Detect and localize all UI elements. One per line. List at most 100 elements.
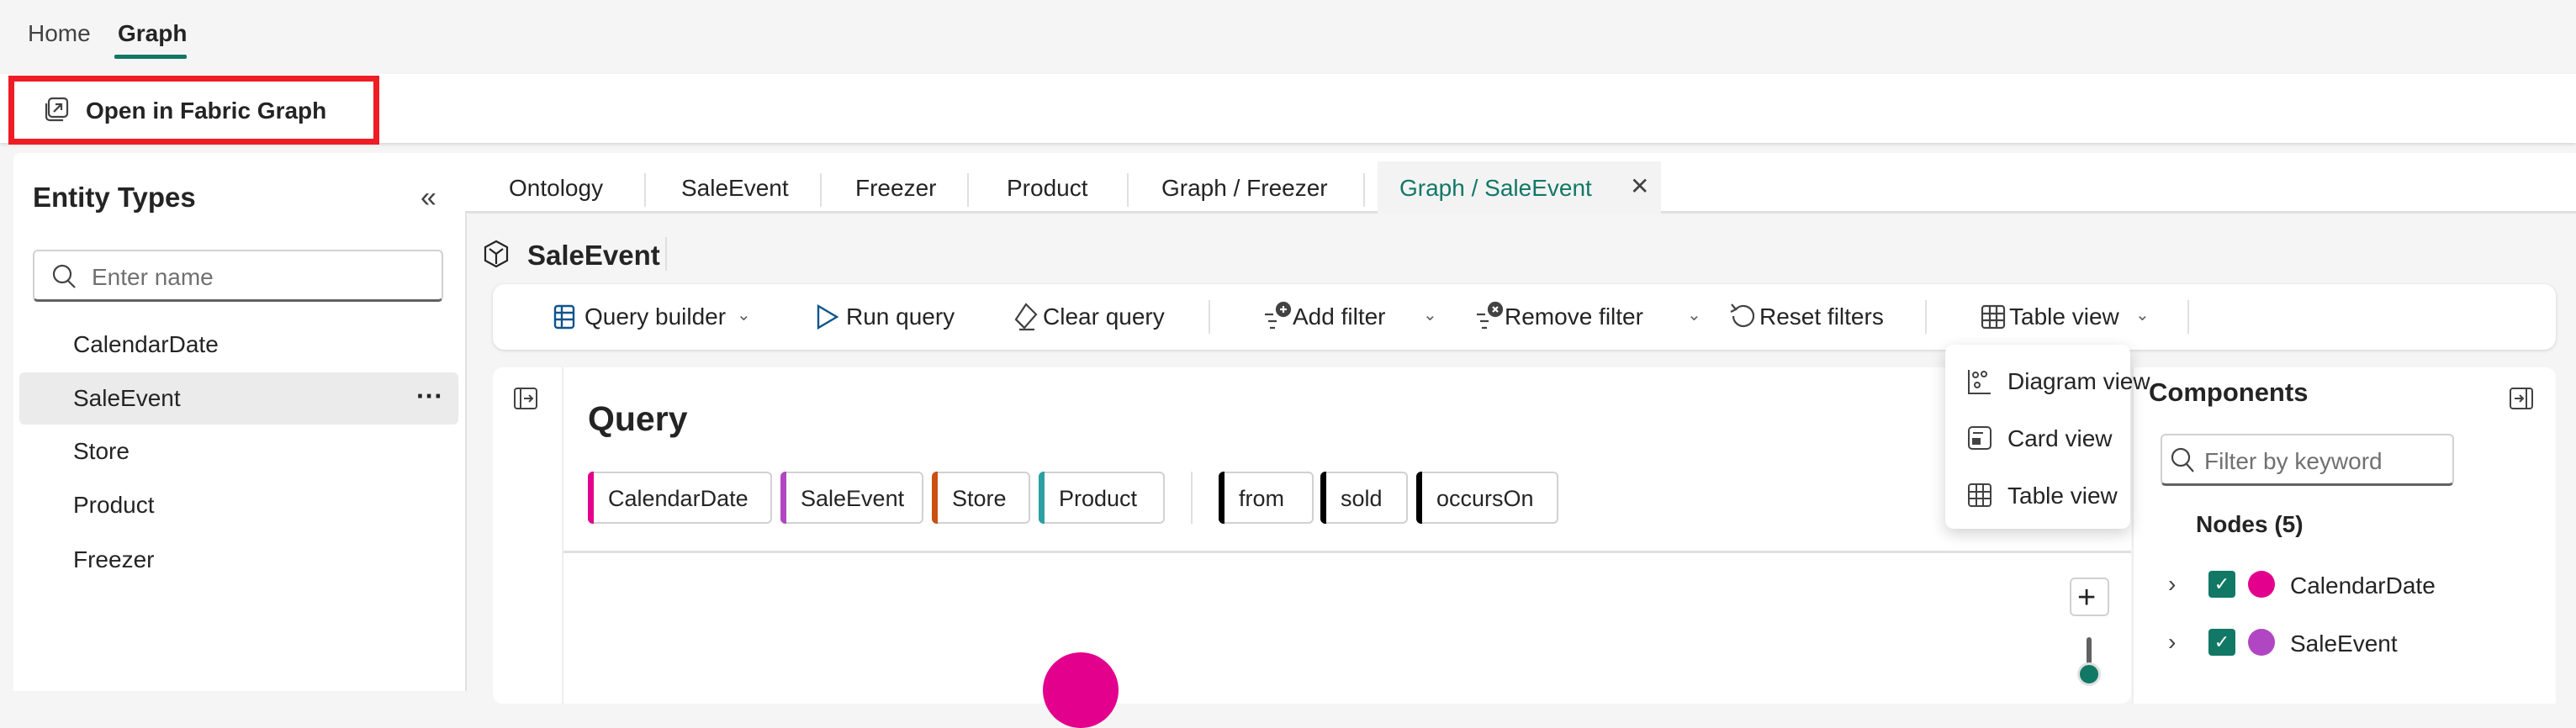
entity-item-saleevent[interactable]: SaleEvent ··· [19, 372, 458, 425]
chevron-down-icon: ⌄ [1423, 306, 1437, 324]
separator [1209, 300, 1210, 334]
open-in-fabric-graph-button[interactable]: Open in Fabric Graph [20, 84, 373, 138]
zoom-in-button[interactable]: + [2070, 578, 2109, 616]
clear-query-button[interactable]: Clear query [1004, 293, 1206, 341]
remove-filter-label: Remove filter [1505, 303, 1643, 330]
table-icon [1967, 483, 1992, 508]
node-color-dot [2248, 629, 2275, 656]
search-icon [51, 263, 78, 290]
chevron-down-icon: ⌄ [2135, 306, 2150, 324]
zoom-slider-thumb[interactable] [2077, 662, 2101, 686]
play-icon [816, 304, 839, 330]
chip-label: sold [1341, 486, 1383, 511]
chip-color-bar [932, 472, 938, 524]
checkbox-checked[interactable]: ✓ [2208, 571, 2235, 598]
entity-item-product[interactable]: Product [19, 479, 458, 531]
chevron-down-icon: ⌄ [1687, 306, 1701, 324]
menu-item-diagram-view[interactable]: Diagram view [1945, 356, 2150, 407]
filter-placeholder: Filter by keyword [2204, 448, 2383, 474]
separator [2187, 300, 2189, 334]
entity-item-freezer[interactable]: Freezer [19, 534, 458, 586]
search-placeholder: Enter name [92, 264, 214, 290]
tab-ontology[interactable]: Ontology [509, 177, 603, 200]
tab-graph[interactable]: Graph [118, 22, 187, 45]
expand-panel-icon[interactable] [514, 388, 537, 409]
chevron-right-icon[interactable]: › [2168, 572, 2176, 596]
edge-chip-occurson[interactable]: occursOn [1416, 472, 1558, 524]
active-tab-indicator [114, 55, 187, 59]
eraser-icon [1013, 303, 1039, 331]
tab-home[interactable]: Home [28, 22, 91, 45]
more-options-icon[interactable]: ··· [416, 382, 443, 409]
entity-label: SaleEvent [73, 385, 181, 411]
edge-chip-from[interactable]: from [1219, 472, 1314, 524]
node-chip-product[interactable]: Product [1039, 472, 1165, 524]
query-divider [563, 551, 2131, 553]
tab-saleevent[interactable]: SaleEvent [681, 177, 789, 200]
table-icon [1981, 304, 2006, 330]
menu-item-label: Diagram view [2007, 368, 2150, 394]
table-view-dropdown[interactable]: Table view ⌄ [1970, 293, 2155, 341]
entity-title: SaleEvent [527, 240, 660, 271]
menu-item-label: Table view [2007, 483, 2118, 509]
open-external-icon [44, 97, 69, 122]
remove-filter-button[interactable]: Remove filter ⌄ [1468, 293, 1704, 341]
tab-separator [1127, 173, 1129, 207]
chip-color-bar [1039, 472, 1045, 524]
chip-color-bar [1219, 472, 1225, 524]
document-tabs: Ontology SaleEvent Freezer Product Graph… [465, 153, 2576, 214]
run-query-label: Run query [846, 303, 955, 330]
separator [1925, 300, 1927, 334]
reset-filters-label: Reset filters [1759, 303, 1884, 330]
ribbon-toolbar [0, 74, 2576, 143]
node-row-calendardate[interactable]: › ✓ CalendarDate [2161, 567, 2548, 604]
entity-item-store[interactable]: Store [19, 425, 458, 477]
tab-freezer[interactable]: Freezer [855, 177, 936, 200]
tab-separator [644, 173, 646, 207]
edge-chip-sold[interactable]: sold [1320, 472, 1408, 524]
tab-product[interactable]: Product [1007, 177, 1088, 200]
node-color-dot [2248, 571, 2275, 598]
filter-keyword-input[interactable]: Filter by keyword [2161, 434, 2454, 486]
checkbox-checked[interactable]: ✓ [2208, 629, 2235, 656]
query-builder-button[interactable]: Query builder ⌄ [543, 293, 754, 341]
reset-filters-button[interactable]: Reset filters [1721, 293, 1923, 341]
entity-search-input[interactable]: Enter name [33, 250, 443, 302]
add-filter-label: Add filter [1293, 303, 1386, 330]
query-builder-icon [553, 304, 575, 330]
chevron-right-icon[interactable]: › [2168, 630, 2176, 654]
run-query-button[interactable]: Run query [806, 293, 999, 341]
entity-types-title: Entity Types [33, 182, 196, 213]
menu-item-card-view[interactable]: Card view [1945, 414, 2130, 464]
search-icon [2171, 447, 2196, 474]
collapse-panel-icon[interactable] [2510, 388, 2533, 409]
collapse-panel-icon[interactable]: « [421, 182, 436, 214]
node-chip-saleevent[interactable]: SaleEvent [780, 472, 923, 524]
chip-separator [1191, 472, 1193, 524]
menu-item-table-view[interactable]: Table view [1945, 471, 2130, 521]
view-dropdown-menu: Diagram view Card view Table view [1945, 345, 2150, 529]
diagram-icon [1967, 368, 1992, 395]
node-row-saleevent[interactable]: › ✓ SaleEvent [2161, 625, 2548, 662]
graph-node-calendardate[interactable] [1043, 652, 1119, 728]
entity-item-calendardate[interactable]: CalendarDate [19, 319, 458, 371]
chip-label: Store [952, 486, 1007, 511]
node-chip-calendardate[interactable]: CalendarDate [588, 472, 772, 524]
menu-item-label: Card view [2007, 425, 2113, 451]
add-filter-button[interactable]: Add filter ⌄ [1255, 293, 1457, 341]
components-title: Components [2149, 377, 2309, 407]
nodes-header: Nodes (5) [2196, 511, 2304, 537]
tab-separator [820, 173, 822, 207]
command-bar: Query builder ⌄ Run query Clear query Ad… [493, 284, 2556, 350]
zoom-slider-track[interactable] [2087, 637, 2092, 666]
node-label: SaleEvent [2290, 630, 2398, 657]
tab-graph-saleevent[interactable]: Graph / SaleEvent ✕ [1378, 161, 1661, 214]
plus-icon: + [2077, 580, 2097, 615]
chip-label: occursOn [1436, 486, 1534, 511]
tab-label: Graph / SaleEvent [1399, 175, 1592, 201]
close-icon[interactable]: ✕ [1630, 175, 1649, 198]
tab-graph-freezer[interactable]: Graph / Freezer [1161, 177, 1328, 200]
title-separator [665, 237, 667, 271]
node-chip-store[interactable]: Store [932, 472, 1030, 524]
chip-color-bar [1320, 472, 1326, 524]
